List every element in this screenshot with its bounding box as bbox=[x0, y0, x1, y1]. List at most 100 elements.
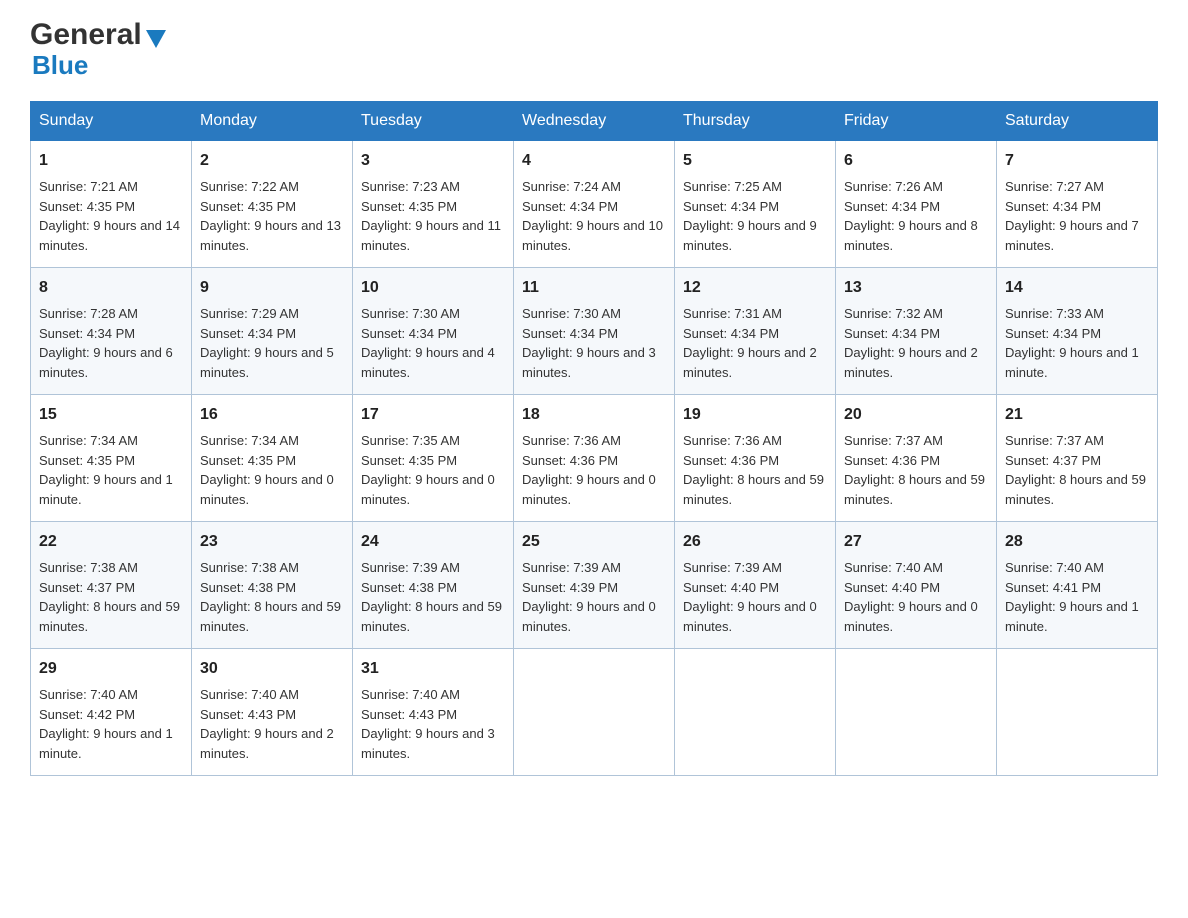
calendar-cell: 10 Sunrise: 7:30 AMSunset: 4:34 PMDayligh… bbox=[353, 268, 514, 395]
day-info: Sunrise: 7:30 AMSunset: 4:34 PMDaylight:… bbox=[522, 306, 656, 380]
calendar-cell: 22 Sunrise: 7:38 AMSunset: 4:37 PMDayligh… bbox=[31, 522, 192, 649]
day-info: Sunrise: 7:22 AMSunset: 4:35 PMDaylight:… bbox=[200, 179, 341, 253]
day-number: 18 bbox=[522, 403, 666, 427]
day-info: Sunrise: 7:40 AMSunset: 4:40 PMDaylight:… bbox=[844, 560, 978, 634]
calendar-cell: 2 Sunrise: 7:22 AMSunset: 4:35 PMDaylight… bbox=[192, 141, 353, 268]
day-number: 20 bbox=[844, 403, 988, 427]
calendar-cell: 27Sunrise: 7:40 AMSunset: 4:40 PMDayligh… bbox=[836, 522, 997, 649]
day-number: 3 bbox=[361, 149, 505, 173]
day-info: Sunrise: 7:31 AMSunset: 4:34 PMDaylight:… bbox=[683, 306, 817, 380]
day-info: Sunrise: 7:39 AMSunset: 4:40 PMDaylight:… bbox=[683, 560, 817, 634]
calendar-table: SundayMondayTuesdayWednesdayThursdayFrid… bbox=[30, 101, 1158, 776]
calendar-week-row: 1 Sunrise: 7:21 AMSunset: 4:35 PMDaylight… bbox=[31, 141, 1158, 268]
day-info: Sunrise: 7:29 AMSunset: 4:34 PMDaylight:… bbox=[200, 306, 334, 380]
calendar-cell: 17 Sunrise: 7:35 AMSunset: 4:35 PMDayligh… bbox=[353, 395, 514, 522]
calendar-cell: 1 Sunrise: 7:21 AMSunset: 4:35 PMDaylight… bbox=[31, 141, 192, 268]
day-number: 7 bbox=[1005, 149, 1149, 173]
calendar-cell: 28 Sunrise: 7:40 AMSunset: 4:41 PMDayligh… bbox=[997, 522, 1158, 649]
day-info: Sunrise: 7:36 AMSunset: 4:36 PMDaylight:… bbox=[683, 433, 824, 507]
calendar-cell: 18 Sunrise: 7:36 AMSunset: 4:36 PMDayligh… bbox=[514, 395, 675, 522]
day-number: 15 bbox=[39, 403, 183, 427]
day-info: Sunrise: 7:40 AMSunset: 4:41 PMDaylight:… bbox=[1005, 560, 1139, 634]
day-number: 6 bbox=[844, 149, 988, 173]
day-number: 4 bbox=[522, 149, 666, 173]
calendar-cell: 14 Sunrise: 7:33 AMSunset: 4:34 PMDayligh… bbox=[997, 268, 1158, 395]
day-info: Sunrise: 7:24 AMSunset: 4:34 PMDaylight:… bbox=[522, 179, 663, 253]
day-number: 17 bbox=[361, 403, 505, 427]
day-info: Sunrise: 7:21 AMSunset: 4:35 PMDaylight:… bbox=[39, 179, 180, 253]
calendar-cell bbox=[514, 649, 675, 776]
calendar-header-sunday: Sunday bbox=[31, 102, 192, 141]
day-number: 9 bbox=[200, 276, 344, 300]
day-info: Sunrise: 7:38 AMSunset: 4:37 PMDaylight:… bbox=[39, 560, 180, 634]
calendar-cell bbox=[997, 649, 1158, 776]
calendar-cell: 25Sunrise: 7:39 AMSunset: 4:39 PMDayligh… bbox=[514, 522, 675, 649]
day-number: 23 bbox=[200, 530, 344, 554]
day-info: Sunrise: 7:40 AMSunset: 4:43 PMDaylight:… bbox=[200, 687, 334, 761]
calendar-cell: 11 Sunrise: 7:30 AMSunset: 4:34 PMDayligh… bbox=[514, 268, 675, 395]
calendar-cell: 23 Sunrise: 7:38 AMSunset: 4:38 PMDayligh… bbox=[192, 522, 353, 649]
calendar-cell: 26 Sunrise: 7:39 AMSunset: 4:40 PMDayligh… bbox=[675, 522, 836, 649]
calendar-header-monday: Monday bbox=[192, 102, 353, 141]
day-info: Sunrise: 7:38 AMSunset: 4:38 PMDaylight:… bbox=[200, 560, 341, 634]
calendar-cell: 9 Sunrise: 7:29 AMSunset: 4:34 PMDaylight… bbox=[192, 268, 353, 395]
calendar-header-tuesday: Tuesday bbox=[353, 102, 514, 141]
day-number: 8 bbox=[39, 276, 183, 300]
day-number: 28 bbox=[1005, 530, 1149, 554]
day-info: Sunrise: 7:30 AMSunset: 4:34 PMDaylight:… bbox=[361, 306, 495, 380]
day-info: Sunrise: 7:28 AMSunset: 4:34 PMDaylight:… bbox=[39, 306, 173, 380]
day-number: 29 bbox=[39, 657, 183, 681]
day-number: 10 bbox=[361, 276, 505, 300]
calendar-cell: 12 Sunrise: 7:31 AMSunset: 4:34 PMDayligh… bbox=[675, 268, 836, 395]
calendar-cell: 3 Sunrise: 7:23 AMSunset: 4:35 PMDaylight… bbox=[353, 141, 514, 268]
calendar-cell: 24 Sunrise: 7:39 AMSunset: 4:38 PMDayligh… bbox=[353, 522, 514, 649]
calendar-cell bbox=[836, 649, 997, 776]
day-number: 12 bbox=[683, 276, 827, 300]
calendar-header-row: SundayMondayTuesdayWednesdayThursdayFrid… bbox=[31, 102, 1158, 141]
day-info: Sunrise: 7:34 AMSunset: 4:35 PMDaylight:… bbox=[39, 433, 173, 507]
day-info: Sunrise: 7:39 AMSunset: 4:38 PMDaylight:… bbox=[361, 560, 502, 634]
calendar-cell: 19 Sunrise: 7:36 AMSunset: 4:36 PMDayligh… bbox=[675, 395, 836, 522]
calendar-header-thursday: Thursday bbox=[675, 102, 836, 141]
logo-arrow-icon bbox=[146, 30, 166, 48]
calendar-cell: 5 Sunrise: 7:25 AMSunset: 4:34 PMDaylight… bbox=[675, 141, 836, 268]
calendar-cell: 13Sunrise: 7:32 AMSunset: 4:34 PMDayligh… bbox=[836, 268, 997, 395]
day-number: 30 bbox=[200, 657, 344, 681]
calendar-cell: 20Sunrise: 7:37 AMSunset: 4:36 PMDayligh… bbox=[836, 395, 997, 522]
day-info: Sunrise: 7:37 AMSunset: 4:37 PMDaylight:… bbox=[1005, 433, 1146, 507]
day-info: Sunrise: 7:36 AMSunset: 4:36 PMDaylight:… bbox=[522, 433, 656, 507]
calendar-cell: 31Sunrise: 7:40 AMSunset: 4:43 PMDayligh… bbox=[353, 649, 514, 776]
logo-blue-text: Blue bbox=[32, 50, 88, 81]
day-number: 21 bbox=[1005, 403, 1149, 427]
calendar-week-row: 15 Sunrise: 7:34 AMSunset: 4:35 PMDayligh… bbox=[31, 395, 1158, 522]
day-info: Sunrise: 7:25 AMSunset: 4:34 PMDaylight:… bbox=[683, 179, 817, 253]
calendar-cell: 29Sunrise: 7:40 AMSunset: 4:42 PMDayligh… bbox=[31, 649, 192, 776]
day-number: 22 bbox=[39, 530, 183, 554]
day-number: 26 bbox=[683, 530, 827, 554]
day-info: Sunrise: 7:34 AMSunset: 4:35 PMDaylight:… bbox=[200, 433, 334, 507]
day-info: Sunrise: 7:23 AMSunset: 4:35 PMDaylight:… bbox=[361, 179, 501, 253]
day-info: Sunrise: 7:35 AMSunset: 4:35 PMDaylight:… bbox=[361, 433, 495, 507]
calendar-header-wednesday: Wednesday bbox=[514, 102, 675, 141]
day-info: Sunrise: 7:32 AMSunset: 4:34 PMDaylight:… bbox=[844, 306, 978, 380]
logo-general-text: General bbox=[30, 20, 142, 50]
page-header: General Blue bbox=[30, 20, 1158, 81]
day-number: 14 bbox=[1005, 276, 1149, 300]
day-number: 2 bbox=[200, 149, 344, 173]
calendar-cell: 4 Sunrise: 7:24 AMSunset: 4:34 PMDaylight… bbox=[514, 141, 675, 268]
day-info: Sunrise: 7:33 AMSunset: 4:34 PMDaylight:… bbox=[1005, 306, 1139, 380]
calendar-cell: 16Sunrise: 7:34 AMSunset: 4:35 PMDayligh… bbox=[192, 395, 353, 522]
calendar-cell: 8 Sunrise: 7:28 AMSunset: 4:34 PMDaylight… bbox=[31, 268, 192, 395]
day-info: Sunrise: 7:39 AMSunset: 4:39 PMDaylight:… bbox=[522, 560, 656, 634]
day-number: 11 bbox=[522, 276, 666, 300]
logo: General Blue bbox=[30, 20, 166, 81]
calendar-header-saturday: Saturday bbox=[997, 102, 1158, 141]
day-number: 24 bbox=[361, 530, 505, 554]
calendar-cell: 6Sunrise: 7:26 AMSunset: 4:34 PMDaylight… bbox=[836, 141, 997, 268]
day-info: Sunrise: 7:40 AMSunset: 4:43 PMDaylight:… bbox=[361, 687, 495, 761]
calendar-cell: 7Sunrise: 7:27 AMSunset: 4:34 PMDaylight… bbox=[997, 141, 1158, 268]
day-number: 5 bbox=[683, 149, 827, 173]
day-number: 19 bbox=[683, 403, 827, 427]
day-number: 1 bbox=[39, 149, 183, 173]
calendar-week-row: 22 Sunrise: 7:38 AMSunset: 4:37 PMDayligh… bbox=[31, 522, 1158, 649]
